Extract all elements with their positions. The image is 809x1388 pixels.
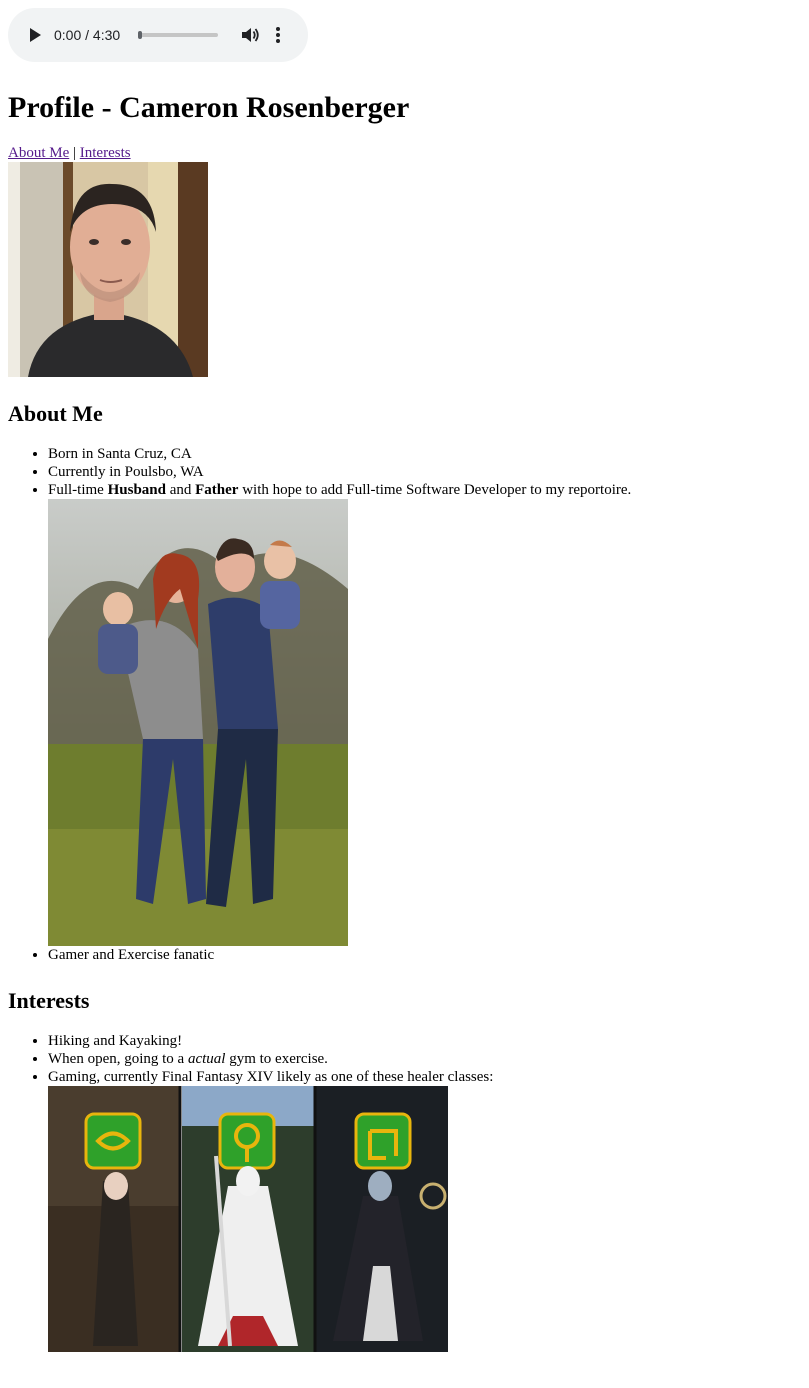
volume-icon[interactable]: [240, 25, 260, 45]
list-item-text: When open, going to a: [48, 1051, 188, 1067]
page-nav: About Me | Interests: [8, 144, 801, 162]
scholar-icon: [84, 1112, 142, 1170]
audio-time: 0:00 / 4:30: [54, 27, 126, 43]
list-item-text: Full-time: [48, 482, 108, 498]
page-title: Profile - Cameron Rosenberger: [8, 91, 410, 124]
nav-link-about-me[interactable]: About Me: [8, 145, 69, 161]
audio-time-separator: /: [81, 27, 93, 43]
husband-text: Husband: [107, 482, 166, 498]
list-item-text: gym to exercise.: [225, 1051, 328, 1067]
sage-icon: [354, 1112, 412, 1170]
list-item-text: and: [165, 482, 196, 498]
list-item: Hiking and Kayaking!: [48, 1032, 801, 1050]
list-item: When open, going to a actual gym to exer…: [48, 1050, 801, 1068]
about-list: Born in Santa Cruz, CA Currently in Poul…: [8, 445, 801, 964]
healer-classes-image: [48, 1086, 448, 1352]
father-text: Father: [195, 482, 239, 498]
about-heading: About Me: [8, 401, 103, 426]
nav-separator: |: [73, 145, 77, 161]
audio-player[interactable]: 0:00 / 4:30: [8, 8, 308, 62]
family-photo: [48, 499, 348, 946]
list-item: Gamer and Exercise fanatic: [48, 946, 801, 964]
nav-link-interests[interactable]: Interests: [80, 145, 131, 161]
play-icon[interactable]: [28, 27, 42, 43]
audio-seek-slider[interactable]: [138, 31, 218, 39]
list-item-text: with hope to add Full-time Software Deve…: [238, 482, 632, 498]
interests-heading: Interests: [8, 988, 90, 1013]
interests-list: Hiking and Kayaking! When open, going to…: [8, 1032, 801, 1352]
list-item: Born in Santa Cruz, CA: [48, 445, 801, 463]
audio-current-time: 0:00: [54, 27, 82, 43]
list-item: Currently in Poulsbo, WA: [48, 463, 801, 481]
list-item: Full-time Husband and Father with hope t…: [48, 481, 801, 946]
astrologian-icon: [218, 1112, 276, 1170]
list-item: Gaming, currently Final Fantasy XIV like…: [48, 1068, 801, 1352]
actual-text: actual: [187, 1051, 226, 1067]
audio-duration: 4:30: [92, 27, 121, 43]
list-item-text: Gaming, currently Final Fantasy XIV like…: [48, 1069, 494, 1085]
profile-photo: [8, 162, 208, 377]
more-options-icon[interactable]: [272, 25, 284, 45]
audio-seek-knob[interactable]: [138, 31, 142, 39]
